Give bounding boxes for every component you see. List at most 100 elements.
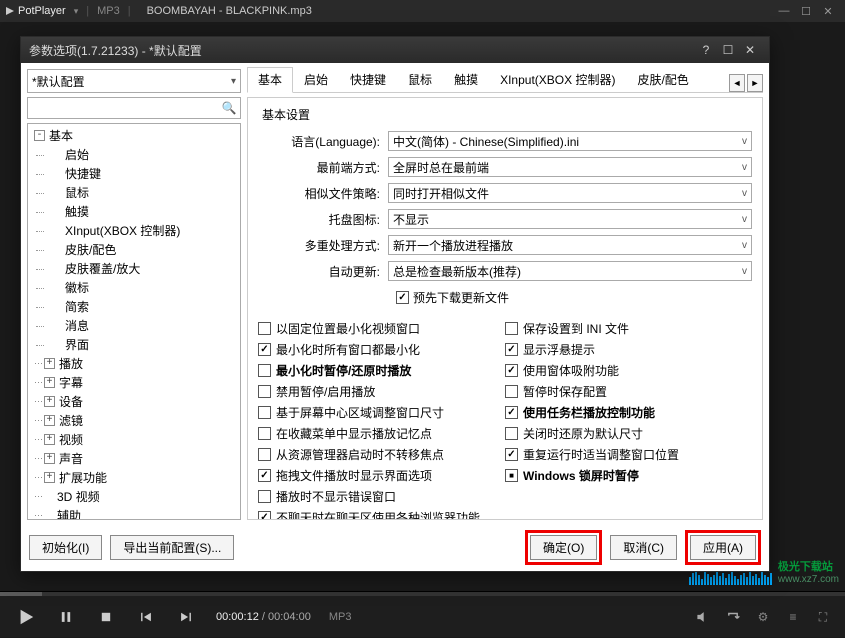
- tree-item[interactable]: ⋯+滤镜: [30, 411, 238, 430]
- dropdown[interactable]: 中文(简体) - Chinese(Simplified).ini v: [388, 131, 752, 151]
- tree-item[interactable]: ⋯辅助: [30, 506, 238, 520]
- check-item[interactable]: 播放时不显示错误窗口: [258, 486, 505, 507]
- check-item[interactable]: 基于屏幕中心区域调整窗口尺寸: [258, 402, 505, 423]
- cancel-button[interactable]: 取消(C): [610, 535, 677, 560]
- export-button[interactable]: 导出当前配置(S)...: [110, 535, 234, 560]
- checkbox-icon[interactable]: [258, 490, 271, 503]
- check-item[interactable]: 以固定位置最小化视频窗口: [258, 318, 505, 339]
- tree-item[interactable]: 简索: [48, 297, 238, 316]
- fullscreen-icon[interactable]: ⛶: [811, 605, 835, 629]
- tab-scroll-right[interactable]: ►: [747, 74, 763, 92]
- tree-item[interactable]: 徽标: [48, 278, 238, 297]
- loop-icon[interactable]: [721, 605, 745, 629]
- tree-item[interactable]: ⋯3D 视频: [30, 487, 238, 506]
- tab-scroll-left[interactable]: ◄: [729, 74, 745, 92]
- pause-button[interactable]: [50, 603, 82, 631]
- play-button[interactable]: [10, 603, 42, 631]
- close-button[interactable]: ✕: [817, 5, 839, 18]
- checkbox-icon[interactable]: [396, 291, 409, 304]
- tree-item[interactable]: ⋯+字幕: [30, 373, 238, 392]
- tree-item[interactable]: ⋯+声音: [30, 449, 238, 468]
- search-field[interactable]: [31, 101, 221, 115]
- tab-basic[interactable]: 基本: [247, 67, 293, 93]
- dialog-titlebar[interactable]: 参数选项(1.7.21233) - *默认配置 ? ☐ ✕: [21, 37, 769, 63]
- settings-icon[interactable]: ⚙: [751, 605, 775, 629]
- check-prefetch-updates[interactable]: 预先下载更新文件: [396, 287, 509, 308]
- check-item[interactable]: 拖拽文件播放时显示界面选项: [258, 465, 505, 486]
- minimize-button[interactable]: —: [773, 5, 795, 17]
- tree-item[interactable]: 鼠标: [48, 183, 238, 202]
- category-tree[interactable]: -基本启始快捷键鼠标触摸XInput(XBOX 控制器)皮肤/配色皮肤覆盖/放大…: [27, 123, 241, 520]
- tree-item[interactable]: ⋯+设备: [30, 392, 238, 411]
- dropdown[interactable]: 同时打开相似文件 v: [388, 183, 752, 203]
- tab-skin[interactable]: 皮肤/配色: [626, 67, 699, 92]
- dialog-restore-button[interactable]: ☐: [717, 43, 739, 57]
- tab-touch[interactable]: 触摸: [443, 67, 489, 92]
- tree-item[interactable]: 触摸: [48, 202, 238, 221]
- checkbox-icon[interactable]: [258, 469, 271, 482]
- dialog-help-button[interactable]: ?: [695, 43, 717, 57]
- check-item[interactable]: 最小化时所有窗口都最小化: [258, 339, 505, 360]
- dropdown[interactable]: 全屏时总在最前端 v: [388, 157, 752, 177]
- tree-item[interactable]: 界面: [48, 335, 238, 354]
- checkbox-icon[interactable]: [505, 385, 518, 398]
- tree-item[interactable]: 皮肤覆盖/放大: [48, 259, 238, 278]
- checkbox-icon[interactable]: [505, 364, 518, 377]
- progress-bar[interactable]: [0, 592, 845, 596]
- tree-item[interactable]: ⋯+播放: [30, 354, 238, 373]
- checkbox-icon[interactable]: [258, 343, 271, 356]
- init-button[interactable]: 初始化(I): [29, 535, 102, 560]
- checkbox-icon[interactable]: [505, 469, 518, 482]
- check-item[interactable]: 从资源管理器启动时不转移焦点: [258, 444, 505, 465]
- checkbox-icon[interactable]: [505, 427, 518, 440]
- config-select[interactable]: *默认配置 ▾: [27, 69, 241, 93]
- tree-item[interactable]: XInput(XBOX 控制器): [48, 221, 238, 240]
- check-item[interactable]: 暂停时保存配置: [505, 381, 752, 402]
- checkbox-icon[interactable]: [258, 406, 271, 419]
- tab-startup[interactable]: 启始: [293, 67, 339, 92]
- check-item[interactable]: 最小化时暂停/还原时播放: [258, 360, 505, 381]
- apply-button[interactable]: 应用(A): [690, 535, 756, 560]
- tree-item[interactable]: 消息: [48, 316, 238, 335]
- maximize-button[interactable]: ☐: [795, 5, 817, 18]
- checkbox-icon[interactable]: [258, 385, 271, 398]
- check-item[interactable]: 不聊天时在聊天区使用各种浏览器功能: [258, 507, 505, 520]
- search-icon[interactable]: 🔍: [221, 101, 237, 115]
- check-item[interactable]: 在收藏菜单中显示播放记忆点: [258, 423, 505, 444]
- dropdown[interactable]: 不显示 v: [388, 209, 752, 229]
- check-item[interactable]: 使用窗体吸附功能: [505, 360, 752, 381]
- chevron-down-icon[interactable]: ▾: [74, 6, 79, 17]
- check-item[interactable]: 重复运行时适当调整窗口位置: [505, 444, 752, 465]
- tab-mouse[interactable]: 鼠标: [397, 67, 443, 92]
- search-input[interactable]: 🔍: [27, 97, 241, 119]
- tree-item[interactable]: 快捷键: [48, 164, 238, 183]
- tab-xinput[interactable]: XInput(XBOX 控制器): [489, 67, 626, 92]
- tree-item[interactable]: 皮肤/配色: [48, 240, 238, 259]
- checkbox-icon[interactable]: [505, 343, 518, 356]
- ok-button[interactable]: 确定(O): [530, 535, 597, 560]
- dialog-close-button[interactable]: ✕: [739, 43, 761, 57]
- tree-item[interactable]: ⋯+视频: [30, 430, 238, 449]
- check-item[interactable]: 显示浮悬提示: [505, 339, 752, 360]
- volume-icon[interactable]: [691, 605, 715, 629]
- next-button[interactable]: [170, 603, 202, 631]
- tree-item-root[interactable]: -基本: [30, 126, 238, 145]
- checkbox-icon[interactable]: [258, 322, 271, 335]
- prev-button[interactable]: [130, 603, 162, 631]
- checkbox-icon[interactable]: [258, 448, 271, 461]
- dropdown[interactable]: 总是检查最新版本(推荐) v: [388, 261, 752, 281]
- check-item[interactable]: 关闭时还原为默认尺寸: [505, 423, 752, 444]
- check-item[interactable]: 使用任务栏播放控制功能: [505, 402, 752, 423]
- dropdown[interactable]: 新开一个播放进程播放 v: [388, 235, 752, 255]
- playlist-icon[interactable]: ≡: [781, 605, 805, 629]
- tree-item[interactable]: ⋯+扩展功能: [30, 468, 238, 487]
- check-item[interactable]: 保存设置到 INI 文件: [505, 318, 752, 339]
- app-logo[interactable]: PotPlayer ▾: [6, 5, 78, 17]
- checkbox-icon[interactable]: [505, 322, 518, 335]
- checkbox-icon[interactable]: [505, 406, 518, 419]
- tab-shortcut[interactable]: 快捷键: [339, 67, 397, 92]
- checkbox-icon[interactable]: [258, 427, 271, 440]
- checkbox-icon[interactable]: [258, 511, 271, 520]
- checkbox-icon[interactable]: [258, 364, 271, 377]
- check-item[interactable]: Windows 锁屏时暂停: [505, 465, 752, 486]
